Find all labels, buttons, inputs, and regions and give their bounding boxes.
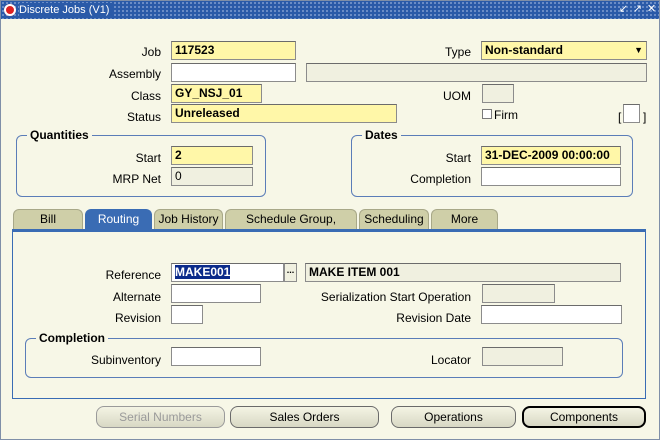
reference-label: Reference <box>105 268 161 282</box>
date-completion-field[interactable] <box>481 167 621 186</box>
mrp-net-field: 0 <box>171 167 253 186</box>
serialization-start-operation-field <box>482 284 555 303</box>
type-label: Type <box>444 45 471 59</box>
uom-field <box>482 84 514 103</box>
status-label: Status <box>126 110 161 124</box>
tab-scheduling[interactable]: Scheduling <box>359 209 429 229</box>
subinventory-field[interactable] <box>171 347 261 366</box>
assembly-label: Assembly <box>108 67 161 81</box>
tab-routing[interactable]: Routing <box>85 209 152 229</box>
alternate-field[interactable] <box>171 284 261 303</box>
type-select[interactable]: Non-standard ▼ <box>481 41 647 60</box>
minimize-icon[interactable]: ↙ <box>617 3 630 16</box>
serialization-start-operation-label: Serialization Start Operation <box>320 290 471 304</box>
date-completion-label: Completion <box>410 172 471 186</box>
close-icon[interactable]: ✕ <box>645 3 658 16</box>
revision-field[interactable] <box>171 305 203 324</box>
type-value: Non-standard <box>485 43 563 57</box>
date-start-label: Start <box>445 151 471 165</box>
assembly-description-field <box>306 63 647 82</box>
subinventory-label: Subinventory <box>90 353 161 367</box>
quantities-title: Quantities <box>27 128 92 142</box>
dates-group: Dates <box>351 128 633 197</box>
firm-label: Firm <box>494 108 518 122</box>
operations-button[interactable]: Operations <box>391 406 516 428</box>
assembly-field[interactable] <box>171 63 296 82</box>
alternate-label: Alternate <box>112 290 161 304</box>
locator-label: Locator <box>430 353 471 367</box>
window-title: Discrete Jobs (V1) <box>19 3 114 17</box>
reference-value: MAKE001 <box>175 265 231 279</box>
class-field[interactable]: GY_NSJ_01 <box>171 84 262 103</box>
reference-description-field: MAKE ITEM 001 <box>305 263 621 282</box>
locator-field <box>482 347 563 366</box>
dates-title: Dates <box>362 128 401 142</box>
revision-date-label: Revision Date <box>396 311 471 325</box>
tab-bill[interactable]: Bill <box>13 209 83 229</box>
serial-numbers-button[interactable]: Serial Numbers <box>96 406 225 428</box>
date-start-field[interactable]: 31-DEC-2009 00:00:00 <box>481 146 621 165</box>
tab-more[interactable]: More <box>431 209 498 229</box>
class-label: Class <box>130 89 161 103</box>
quantity-start-field[interactable]: 2 <box>171 146 253 165</box>
sales-orders-button[interactable]: Sales Orders <box>230 406 379 428</box>
completion-title: Completion <box>36 331 108 345</box>
descriptive-flexfield[interactable] <box>623 104 640 123</box>
revision-label: Revision <box>114 311 161 325</box>
mrp-net-label: MRP Net <box>112 172 161 186</box>
maximize-icon[interactable]: ↗ <box>631 3 644 16</box>
quantity-start-label: Start <box>135 151 161 165</box>
reference-field[interactable]: MAKE001 <box>171 263 284 282</box>
title-bar[interactable]: Discrete Jobs (V1) ↙ ↗ ✕ <box>1 1 659 19</box>
tab-job-history[interactable]: Job History <box>154 209 223 229</box>
components-button[interactable]: Components <box>522 406 646 428</box>
firm-checkbox[interactable] <box>482 109 492 119</box>
quantities-group: Quantities <box>16 128 266 197</box>
dff-right-bracket: ] <box>643 110 647 124</box>
dropdown-arrow-icon[interactable]: ▼ <box>634 42 643 59</box>
status-field[interactable]: Unreleased <box>171 104 397 123</box>
dff-left-bracket: [ <box>618 110 622 124</box>
uom-label: UOM <box>443 89 471 103</box>
oracle-logo-icon <box>4 4 16 16</box>
revision-date-field[interactable] <box>481 305 622 324</box>
reference-lov-button[interactable]: ... <box>284 263 297 282</box>
job-field[interactable]: 117523 <box>171 41 296 60</box>
job-label: Job <box>141 45 161 59</box>
tab-schedule-group-project[interactable]: Schedule Group, Project <box>225 209 357 245</box>
discrete-jobs-window: Discrete Jobs (V1) ↙ ↗ ✕ Job 117523 Type… <box>0 0 660 440</box>
